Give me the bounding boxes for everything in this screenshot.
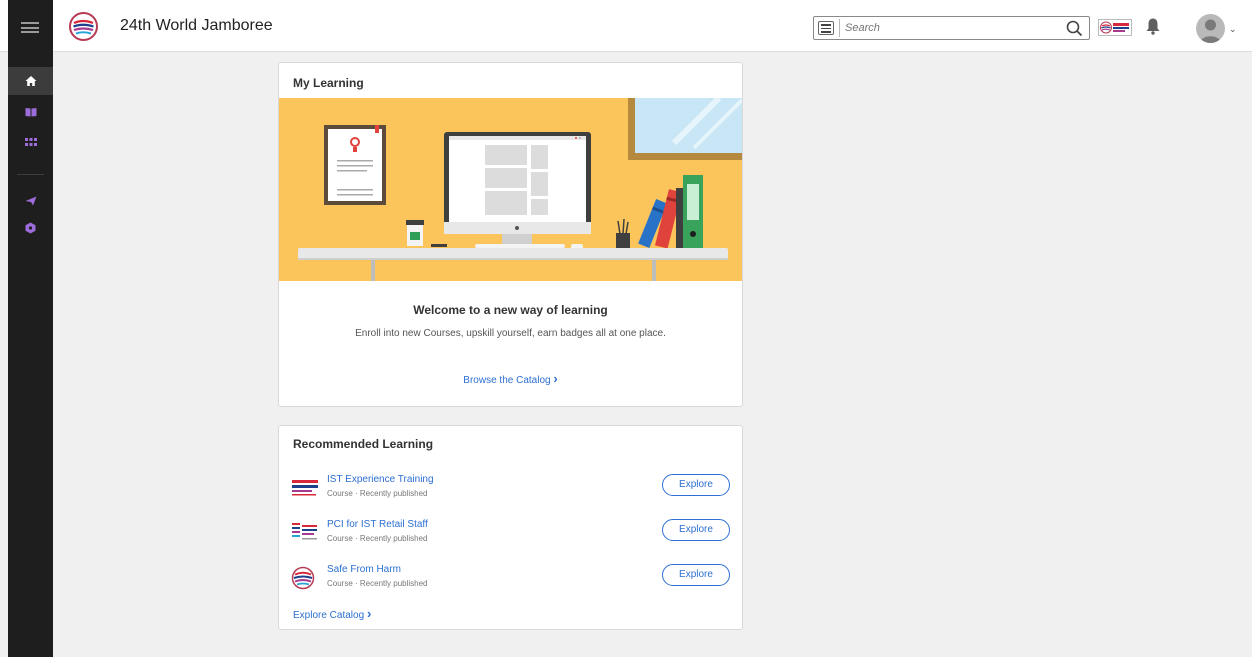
learning-illustration <box>279 98 742 281</box>
recommended-learning-card: Recommended Learning IST Experience Trai… <box>278 425 743 630</box>
course-meta: Course · Recently published <box>327 579 428 588</box>
chevron-right-icon: › <box>553 371 558 386</box>
nav-send[interactable] <box>8 187 53 215</box>
side-nav <box>8 52 53 657</box>
book-icon <box>25 108 36 117</box>
list-item: IST Experience Training Course · Recentl… <box>279 473 742 507</box>
nav-apps[interactable] <box>8 128 53 156</box>
welcome-title: Welcome to a new way of learning <box>413 303 608 317</box>
paper-plane-icon <box>25 196 36 206</box>
my-learning-card: My Learning Welcome to a new way of lear… <box>278 62 743 407</box>
chevron-right-icon: › <box>366 606 372 621</box>
nav-divider <box>17 174 44 175</box>
bell-icon[interactable] <box>1145 17 1161 35</box>
search-separator <box>839 19 840 37</box>
course-title-link[interactable]: Safe From Harm <box>327 564 401 575</box>
welcome-subtitle: Enroll into new Courses, upskill yoursel… <box>355 328 666 339</box>
badge-icon <box>25 222 36 234</box>
course-meta: Course · Recently published <box>327 534 428 543</box>
top-bar: 24th World Jamboree ⌄ <box>0 0 1252 52</box>
explore-button[interactable]: Explore <box>662 519 730 541</box>
nav-home[interactable] <box>8 67 53 95</box>
list-item: PCI for IST Retail Staff Course · Recent… <box>279 518 742 552</box>
search-box <box>813 16 1090 40</box>
search-icon[interactable] <box>1066 20 1083 37</box>
browse-catalog-label: Browse the Catalog <box>463 375 551 386</box>
explore-button[interactable]: Explore <box>662 564 730 586</box>
search-input[interactable] <box>845 19 1055 37</box>
course-title-link[interactable]: IST Experience Training <box>327 474 434 485</box>
browse-catalog-link[interactable]: Browse the Catalog › <box>279 371 742 386</box>
chevron-down-icon[interactable]: ⌄ <box>1229 24 1237 35</box>
list-icon[interactable] <box>818 21 834 35</box>
course-meta: Course · Recently published <box>327 489 428 498</box>
card-title: My Learning <box>293 76 364 90</box>
jamboree-badge[interactable] <box>1098 19 1132 36</box>
grid-icon <box>24 137 37 146</box>
course-thumbnail <box>291 566 319 590</box>
explore-button[interactable]: Explore <box>662 474 730 496</box>
list-item: Safe From Harm Course · Recently publish… <box>279 563 742 597</box>
nav-catalog[interactable] <box>8 98 53 126</box>
course-title-link[interactable]: PCI for IST Retail Staff <box>327 519 428 530</box>
explore-catalog-label: Explore Catalog <box>293 610 365 621</box>
explore-catalog-link[interactable]: Explore Catalog › <box>293 606 371 621</box>
course-thumbnail <box>291 521 319 545</box>
hamburger-icon[interactable] <box>21 22 39 33</box>
avatar-icon[interactable] <box>1196 14 1225 43</box>
home-icon <box>25 76 36 86</box>
jamboree-logo <box>69 12 98 41</box>
card-title: Recommended Learning <box>293 437 434 451</box>
app-title: 24th World Jamboree <box>120 17 273 34</box>
nav-badges[interactable] <box>8 214 53 242</box>
course-thumbnail <box>291 476 319 500</box>
